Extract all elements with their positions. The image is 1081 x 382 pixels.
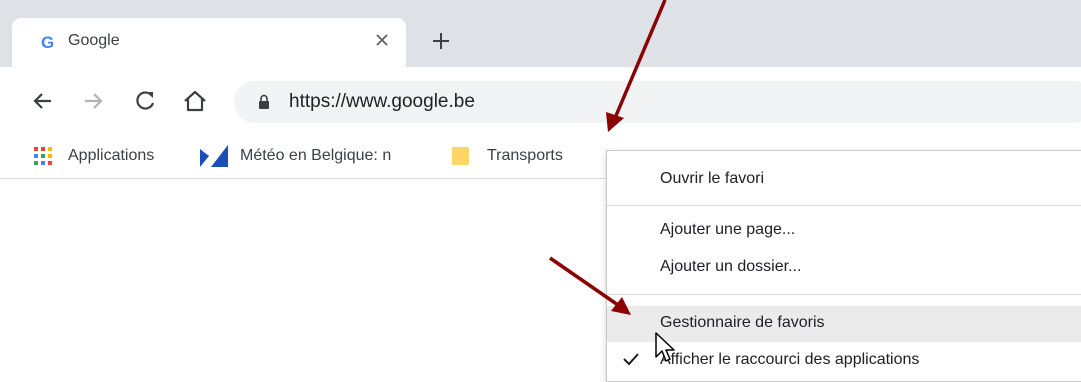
tab-title: Google [68,32,120,49]
svg-text:G: G [41,33,54,52]
close-icon[interactable] [371,29,393,51]
forward-arrow-icon[interactable] [80,88,106,114]
browser-tab[interactable]: G Google [12,18,406,67]
menu-item-bookmark-manager[interactable]: Gestionnaire de favoris [607,306,1081,342]
folder-icon [452,147,469,165]
menu-item-label: Afficher le raccourci des applications [660,351,920,368]
menu-item-add-page[interactable]: Ajouter une page... [607,213,1081,249]
toolbar: https://www.google.be [0,67,1081,135]
bookmark-meteo[interactable]: Météo en Belgique: n [200,144,391,168]
lock-icon [259,94,269,109]
home-icon[interactable] [182,88,208,114]
menu-item-show-apps-shortcut[interactable]: Afficher le raccourci des applications [607,343,1081,379]
apps-grid-icon [34,147,52,165]
meteo-logo-icon [200,145,228,167]
bookmark-folder-transports[interactable]: Transports [451,144,563,168]
bookmark-label: Météo en Belgique: n [240,147,392,164]
address-bar[interactable]: https://www.google.be [234,81,1081,123]
checkmark-icon [623,353,639,366]
menu-item-add-folder[interactable]: Ajouter un dossier... [607,250,1081,286]
menu-divider [607,205,1081,206]
bookmark-label: Transports [487,147,563,164]
menu-item-label: Ouvrir le favori [660,170,765,187]
bookmark-applications[interactable]: Applications [34,144,154,168]
tab-strip: G Google [0,0,1081,67]
menu-item-label: Ajouter une page... [660,221,796,238]
back-arrow-icon[interactable] [30,88,56,114]
mouse-cursor-icon [655,332,675,362]
reload-icon[interactable] [132,88,158,114]
url-text[interactable]: https://www.google.be [289,91,475,113]
google-g-icon: G [41,33,54,52]
menu-item-label: Ajouter un dossier... [660,258,802,275]
bookmark-label: Applications [68,147,155,164]
menu-item-open-bookmark[interactable]: Ouvrir le favori [607,162,1081,198]
menu-divider [607,294,1081,295]
new-tab-button[interactable] [429,29,453,53]
menu-item-label: Gestionnaire de favoris [660,314,825,331]
